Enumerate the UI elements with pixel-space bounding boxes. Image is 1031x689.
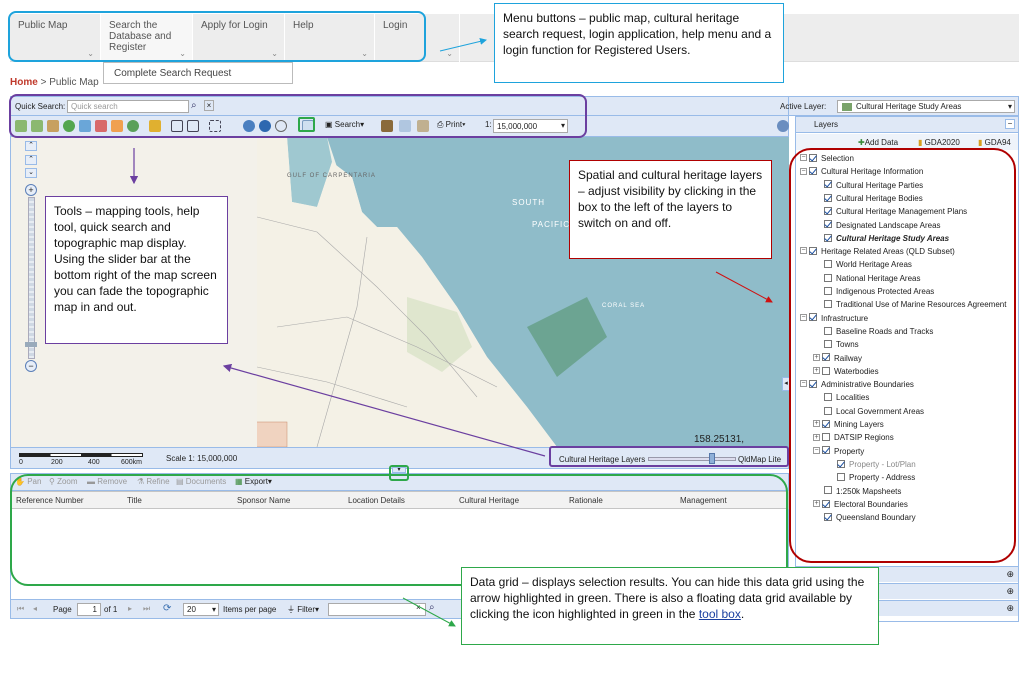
- fade-arrow: [222, 363, 546, 457]
- grid-arrow: [402, 597, 456, 627]
- layers-arrow: [715, 271, 773, 303]
- annotation-arrows: [129, 37, 773, 627]
- menu-arrow: [439, 37, 487, 52]
